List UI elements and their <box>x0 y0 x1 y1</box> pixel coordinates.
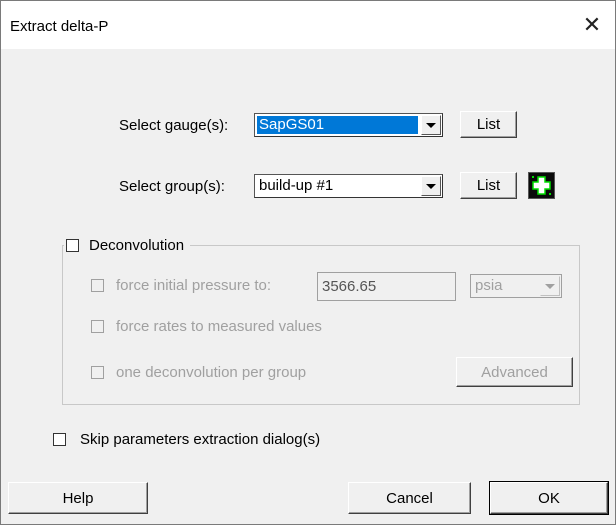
force-rates-checkbox[interactable] <box>91 320 104 333</box>
group-list-button[interactable]: List <box>460 172 517 199</box>
skip-extraction-label: Skip parameters extraction dialog(s) <box>80 431 321 448</box>
gauge-label: Select gauge(s): <box>119 117 229 134</box>
help-button[interactable]: Help <box>8 482 148 514</box>
group-list-button-label: List <box>476 177 501 194</box>
pressure-unit-value: psia <box>475 277 503 294</box>
deconvolution-checkbox[interactable] <box>66 238 79 252</box>
cancel-button[interactable]: Cancel <box>348 482 471 514</box>
advanced-button[interactable]: Advanced <box>456 357 573 387</box>
force-initial-pressure-label: force initial pressure to: <box>116 277 272 294</box>
gauge-select-value: SapGS01 <box>257 116 418 134</box>
gauge-list-button-label: List <box>476 116 501 133</box>
cancel-button-label: Cancel <box>386 489 433 507</box>
ok-button-label: OK <box>538 489 560 507</box>
pressure-unit-dropdown-button[interactable] <box>540 276 560 296</box>
help-button-label: Help <box>62 489 94 507</box>
dialog-title: Extract delta-P <box>10 18 109 35</box>
gauge-select[interactable]: SapGS01 <box>254 113 443 137</box>
initial-pressure-input[interactable]: 3566.65 <box>317 272 456 301</box>
gauge-list-button[interactable]: List <box>460 111 517 138</box>
force-initial-pressure-checkbox[interactable] <box>91 279 104 292</box>
deconvolution-label: Deconvolution <box>89 236 185 254</box>
gauge-dropdown-button[interactable] <box>421 115 441 135</box>
advanced-button-label: Advanced <box>481 363 548 381</box>
pressure-unit-select[interactable]: psia <box>470 274 562 298</box>
add-group-button[interactable] <box>528 172 555 199</box>
skip-extraction-checkbox[interactable] <box>53 433 66 446</box>
close-button[interactable]: ✕ <box>569 1 615 49</box>
deconvolution-header: Deconvolution <box>64 236 191 254</box>
one-per-group-checkbox[interactable] <box>91 366 104 379</box>
group-label: Select group(s): <box>119 178 225 195</box>
chevron-down-icon <box>426 183 436 189</box>
one-per-group-label: one deconvolution per group <box>116 364 307 381</box>
plus-icon <box>532 176 551 195</box>
chevron-down-icon <box>426 122 436 128</box>
extract-delta-p-dialog: Extract delta-P ✕ Select gauge(s): SapGS… <box>0 0 616 525</box>
force-rates-label: force rates to measured values <box>116 318 322 335</box>
ok-button[interactable]: OK <box>489 481 609 515</box>
title-bar: Extract delta-P ✕ <box>1 1 615 49</box>
group-dropdown-button[interactable] <box>421 176 441 196</box>
close-icon: ✕ <box>582 12 602 37</box>
group-select-value: build-up #1 <box>259 177 334 194</box>
group-select[interactable]: build-up #1 <box>254 174 443 198</box>
chevron-down-icon <box>545 283 555 289</box>
